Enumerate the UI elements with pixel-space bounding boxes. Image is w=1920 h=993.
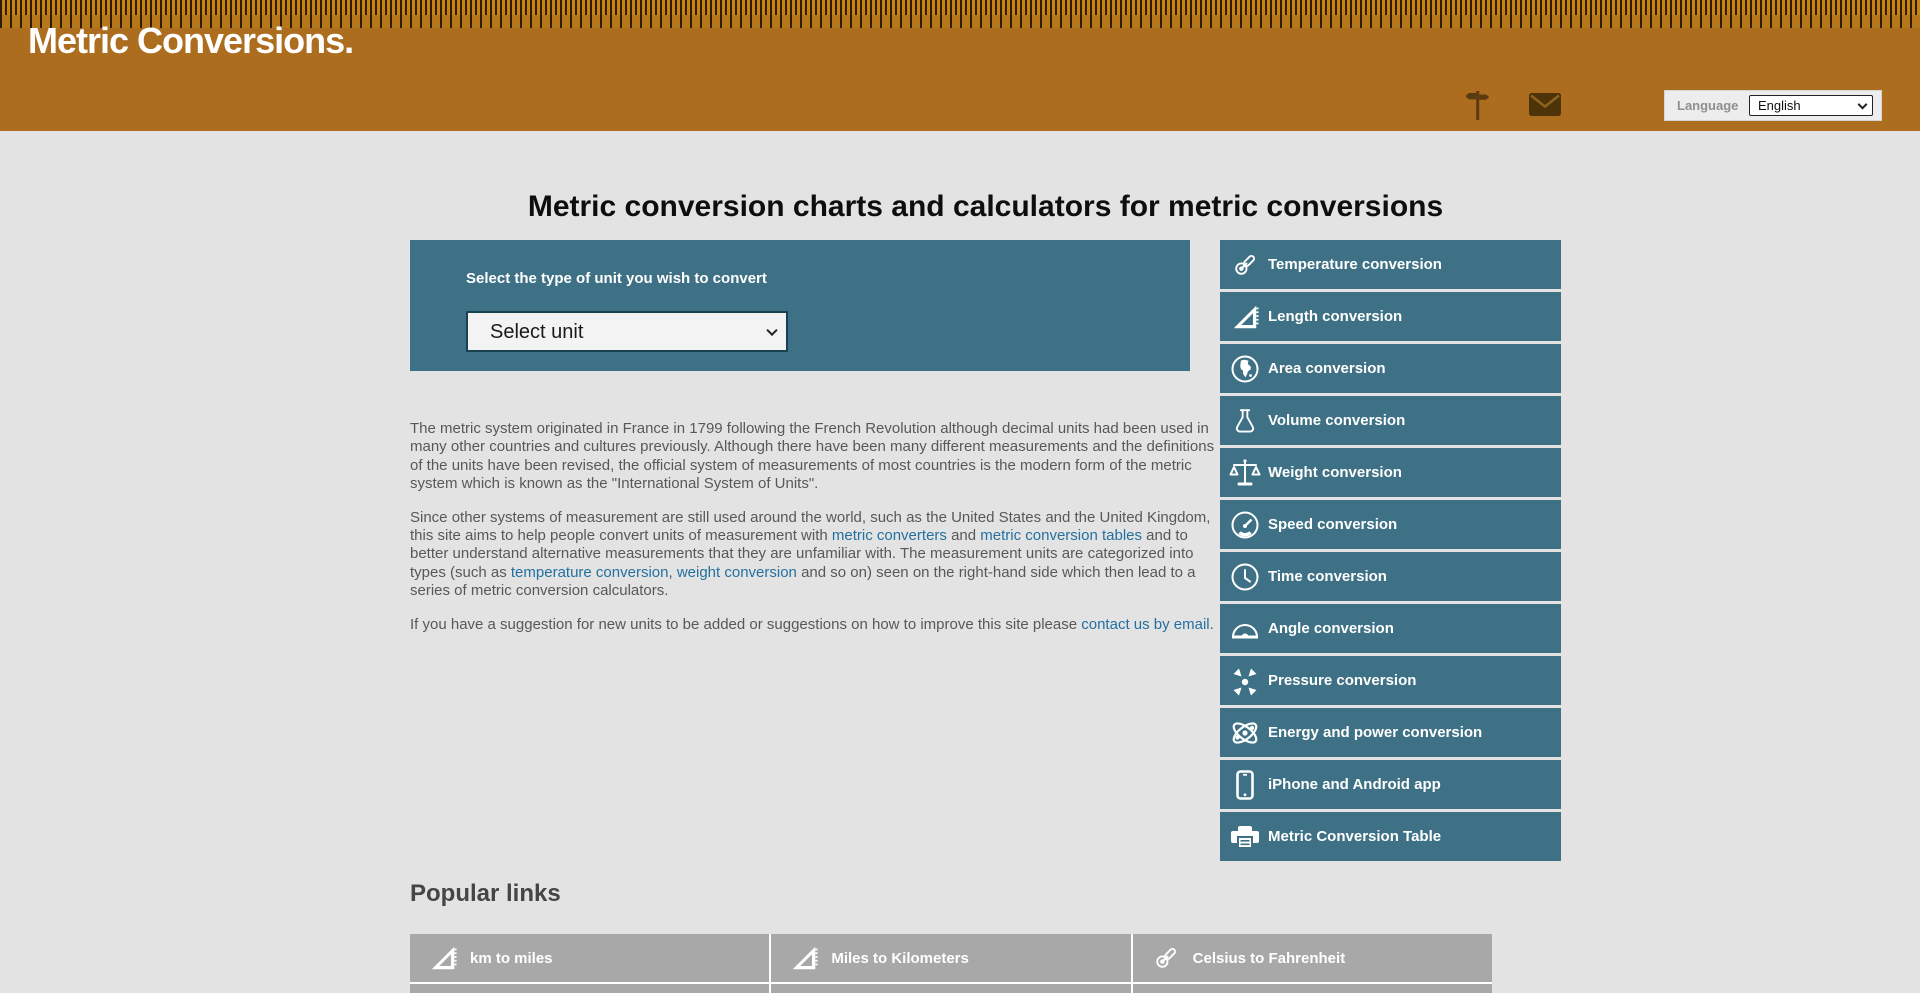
protractor-icon (1227, 611, 1263, 647)
popular-link-miles-to-kilometers[interactable]: Miles to Kilometers (771, 934, 1130, 982)
sidebar-item-angle-conversion[interactable]: Angle conversion (1220, 604, 1561, 653)
thermometer-icon (1227, 247, 1263, 283)
site-header: Metric Conversions. Language English (0, 0, 1920, 131)
popular-link-label: km to miles (470, 950, 553, 967)
scales-icon (1227, 455, 1263, 491)
sidebar-item-label: Weight conversion (1268, 464, 1402, 481)
language-label: Language (1677, 98, 1738, 113)
popular-links-grid: km to miles Miles to Kilometers Celsius … (410, 934, 1492, 993)
sidebar-item-label: Energy and power conversion (1268, 724, 1482, 741)
sidebar-item-label: iPhone and Android app (1268, 776, 1441, 793)
language-widget: Language English (1664, 90, 1882, 121)
paragraph-text: The metric system originated in France i… (410, 420, 1214, 492)
phone-icon (1227, 767, 1263, 803)
popular-link-km-to-miles[interactable]: km to miles (410, 934, 769, 982)
sidebar-item-label: Volume conversion (1268, 412, 1405, 429)
unit-converter-box: Select the type of unit you wish to conv… (410, 240, 1190, 371)
sidebar-item-temperature-conversion[interactable]: Temperature conversion (1220, 240, 1561, 289)
sidebar-item-volume-conversion[interactable]: Volume conversion (1220, 396, 1561, 445)
globe-icon (1227, 351, 1263, 387)
unit-select[interactable]: Select unit (466, 311, 788, 352)
ruler-pattern-dense (0, 0, 1920, 15)
sidebar-item-time-conversion[interactable]: Time conversion (1220, 552, 1561, 601)
ruler-icon (789, 943, 819, 973)
popular-links-heading: Popular links (410, 880, 561, 908)
thermometer-icon (1151, 943, 1181, 973)
sidebar-item-label: Angle conversion (1268, 620, 1394, 637)
popular-link-label: Miles to Kilometers (831, 950, 969, 967)
paragraph: Since other systems of measurement are s… (410, 509, 1218, 601)
inline-link-contact-us-by-email[interactable]: contact us by email (1081, 616, 1209, 633)
ruler-icon (1227, 299, 1263, 335)
inline-link-metric-converters[interactable]: metric converters (832, 527, 947, 544)
conversion-sidebar: Temperature conversion Length conversion… (1220, 240, 1561, 864)
signpost-icon[interactable] (1462, 88, 1494, 122)
paragraph-text: and (947, 527, 980, 544)
sidebar-item-pressure-conversion[interactable]: Pressure conversion (1220, 656, 1561, 705)
flask-icon (1227, 403, 1263, 439)
speedometer-icon (1227, 507, 1263, 543)
sidebar-item-length-conversion[interactable]: Length conversion (1220, 292, 1561, 341)
popular-link-partial[interactable] (771, 984, 1130, 993)
inline-link-weight-conversion[interactable]: weight conversion (677, 564, 797, 581)
ruler-icon (428, 943, 458, 973)
paragraph-text: If you have a suggestion for new units t… (410, 616, 1081, 633)
paragraph: The metric system originated in France i… (410, 420, 1218, 494)
sidebar-item-area-conversion[interactable]: Area conversion (1220, 344, 1561, 393)
atom-icon (1227, 715, 1263, 751)
sidebar-item-label: Speed conversion (1268, 516, 1397, 533)
sidebar-item-label: Pressure conversion (1268, 672, 1416, 689)
popular-link-partial[interactable] (1133, 984, 1492, 993)
sidebar-item-label: Metric Conversion Table (1268, 828, 1441, 845)
inline-link-temperature-conversion[interactable]: temperature conversion (511, 564, 669, 581)
sidebar-item-label: Area conversion (1268, 360, 1386, 377)
paragraph: If you have a suggestion for new units t… (410, 616, 1218, 634)
sidebar-item-label: Temperature conversion (1268, 256, 1442, 273)
site-logo[interactable]: Metric Conversions. (28, 20, 353, 62)
language-select[interactable]: English (1749, 95, 1873, 116)
sidebar-item-label: Time conversion (1268, 568, 1387, 585)
intro-article: The metric system originated in France i… (410, 420, 1218, 649)
popular-link-partial[interactable] (410, 984, 769, 993)
sidebar-item-iphone-and-android-app[interactable]: iPhone and Android app (1220, 760, 1561, 809)
page-title: Metric conversion charts and calculators… (410, 190, 1561, 224)
sidebar-item-speed-conversion[interactable]: Speed conversion (1220, 500, 1561, 549)
inline-link-metric-conversion-tables[interactable]: metric conversion tables (980, 527, 1142, 544)
sidebar-item-metric-conversion-table[interactable]: Metric Conversion Table (1220, 812, 1561, 861)
paragraph-text: , (668, 564, 676, 581)
unit-select-label: Select the type of unit you wish to conv… (466, 270, 767, 287)
printer-icon (1227, 819, 1263, 855)
mail-icon[interactable] (1528, 92, 1562, 117)
clock-icon (1227, 559, 1263, 595)
pressure-icon (1227, 663, 1263, 699)
paragraph-text: . (1210, 616, 1214, 633)
sidebar-item-energy-and-power-conversion[interactable]: Energy and power conversion (1220, 708, 1561, 757)
sidebar-item-label: Length conversion (1268, 308, 1402, 325)
sidebar-item-weight-conversion[interactable]: Weight conversion (1220, 448, 1561, 497)
popular-link-celsius-to-fahrenheit[interactable]: Celsius to Fahrenheit (1133, 934, 1492, 982)
popular-link-label: Celsius to Fahrenheit (1193, 950, 1346, 967)
